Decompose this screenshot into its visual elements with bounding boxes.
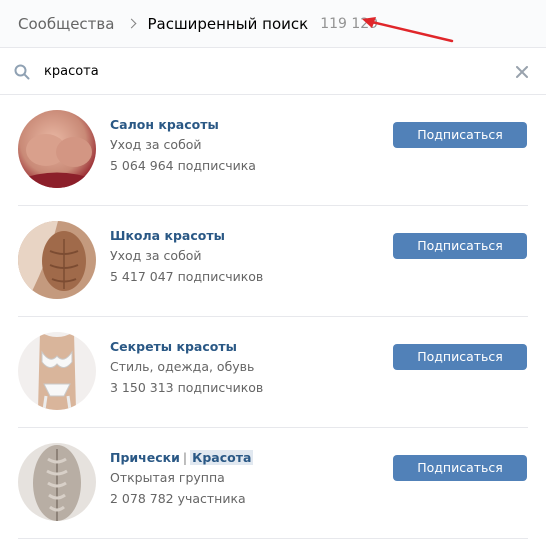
name-separator: | bbox=[182, 450, 188, 465]
divider bbox=[18, 538, 528, 539]
community-avatar[interactable] bbox=[18, 221, 96, 299]
subscribe-button[interactable]: Подписаться bbox=[393, 344, 527, 370]
list-item: Прически | Красота Открытая группа 2 078 7… bbox=[0, 428, 546, 539]
community-members: 5 064 964 подписчика bbox=[110, 158, 256, 173]
page-title: Расширенный поиск bbox=[147, 14, 309, 33]
community-name-link[interactable]: Секреты красоты bbox=[110, 338, 263, 356]
communities-list: Салон красоты Уход за собой 5 064 964 по… bbox=[0, 95, 546, 539]
breadcrumb-communities-link[interactable]: Сообщества bbox=[18, 15, 114, 33]
community-name-link[interactable]: Прически | Красота bbox=[110, 449, 254, 467]
community-members: 5 417 047 подписчиков bbox=[110, 269, 264, 284]
community-members: 2 078 782 участника bbox=[110, 491, 246, 506]
community-name-link[interactable]: Школа красоты bbox=[110, 227, 263, 245]
community-name-link[interactable]: Салон красоты bbox=[110, 116, 256, 134]
community-category: Уход за собой bbox=[110, 248, 202, 263]
community-avatar[interactable] bbox=[18, 332, 96, 410]
subscribe-button[interactable]: Подписаться bbox=[393, 122, 527, 148]
community-avatar[interactable] bbox=[18, 443, 96, 521]
list-item: Школа красоты Уход за собой 5 417 047 по… bbox=[0, 206, 546, 317]
list-item: Секреты красоты Стиль, одежда, обувь 3 1… bbox=[0, 317, 546, 428]
community-category: Открытая группа bbox=[110, 470, 225, 485]
chevron-right-icon bbox=[127, 18, 137, 29]
community-category: Стиль, одежда, обувь bbox=[110, 359, 255, 374]
community-avatar[interactable] bbox=[18, 110, 96, 188]
search-input[interactable] bbox=[44, 60, 484, 82]
community-members: 3 150 313 подписчиков bbox=[110, 380, 264, 395]
community-name-part: Прически bbox=[110, 450, 180, 465]
search-bar bbox=[0, 48, 546, 95]
list-item: Салон красоты Уход за собой 5 064 964 по… bbox=[0, 95, 546, 206]
community-name-highlight: Красота bbox=[190, 450, 254, 465]
subscribe-button[interactable]: Подписаться bbox=[393, 233, 527, 259]
close-icon[interactable] bbox=[516, 66, 528, 78]
search-icon bbox=[14, 64, 30, 80]
community-category: Уход за собой bbox=[110, 137, 202, 152]
annotation-arrow-icon bbox=[362, 17, 454, 43]
breadcrumb-bar: Сообщества Расширенный поиск 119 129 bbox=[0, 0, 546, 48]
subscribe-button[interactable]: Подписаться bbox=[393, 455, 527, 481]
